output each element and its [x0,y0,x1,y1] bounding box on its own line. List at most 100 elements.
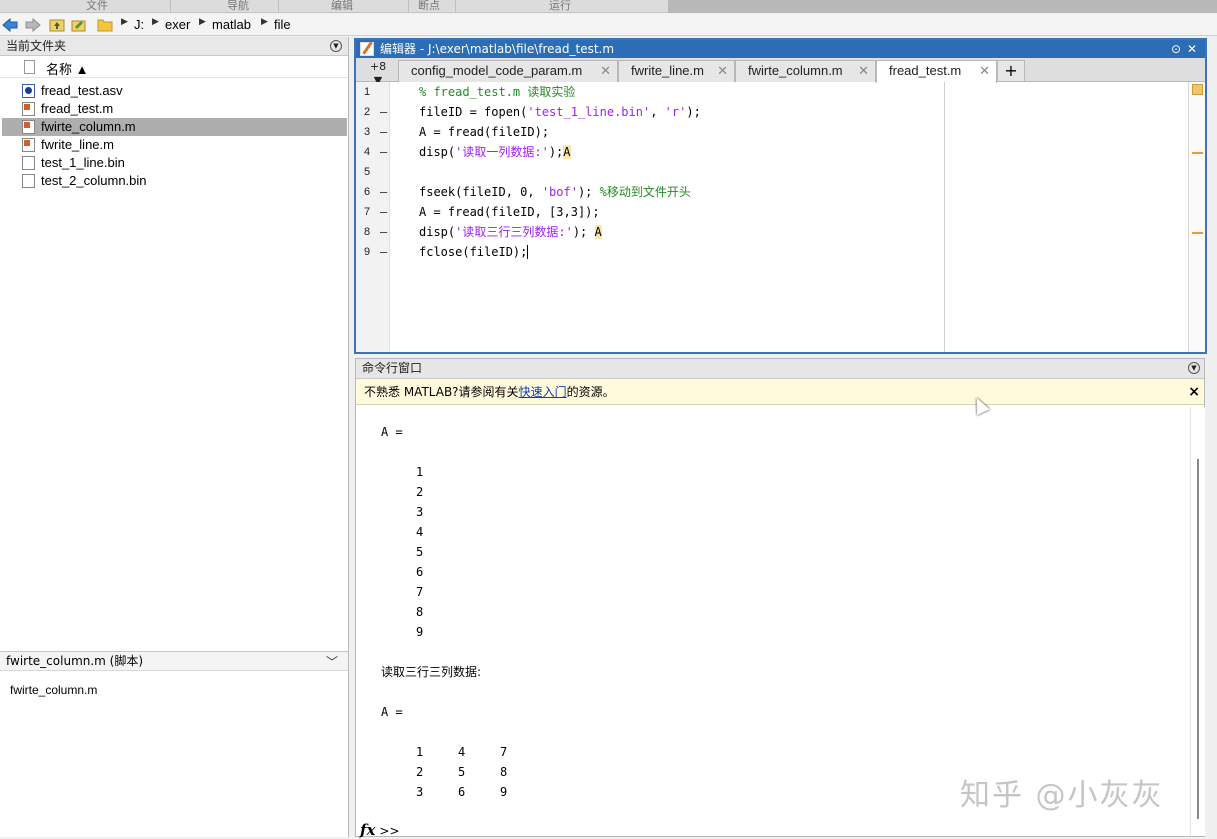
bin-file-icon [22,174,35,188]
editor-menu-icon[interactable]: ⊙ [1171,40,1181,58]
forward-icon[interactable] [25,17,41,33]
line-number[interactable]: 8 [364,222,376,242]
function-browser-icon[interactable]: fx [360,821,375,839]
ribbon-section-run[interactable]: 运行 [549,0,571,13]
line-number[interactable]: 4 [364,142,376,162]
code-text[interactable]: fseek(fileID, 0, 'bof'); %移动到文件开头 [419,182,691,202]
code-area[interactable]: 1% fread_test.m 读取实验 2– fileID = fopen('te… [356,82,1205,352]
close-notice-icon[interactable]: × [1188,379,1200,405]
breakpoint-dash[interactable]: – [380,222,387,242]
ribbon-section-file[interactable]: 文件 [86,0,108,13]
file-row-fread-test-asv[interactable]: fread_test.asv [2,82,347,100]
file-row-fwirte-column-m[interactable]: fwirte_column.m [2,118,347,136]
file-row-fread-test-m[interactable]: fread_test.m [2,100,347,118]
more-tabs-button[interactable]: +8 ▼ [362,60,394,87]
scroll-thumb[interactable] [1197,459,1199,819]
tab-fread-test[interactable]: fread_test.m ✕ [876,60,997,83]
code-line[interactable]: 6– fseek(fileID, 0, 'bof'); %移动到文件开头 [356,182,944,202]
code-line[interactable]: 1 % fread_test.m 读取实验 [356,82,944,102]
code-text[interactable]: disp('读取一列数据:');A [419,142,571,162]
ribbon-divider [408,0,409,12]
command-prompt[interactable]: fx >> [360,821,400,839]
m-file-icon [22,138,35,152]
up-folder-icon[interactable] [49,17,65,33]
line-number[interactable]: 2 [364,102,376,122]
code-line[interactable]: 2– fileID = fopen('test_1_line.bin', 'r')… [356,102,944,122]
warning-mark[interactable] [1192,232,1203,234]
panel-menu-icon[interactable]: ▼ [330,40,342,52]
editor-icon [360,42,374,56]
code-text[interactable]: A = fread(fileID); [419,122,549,142]
line-number[interactable]: 5 [364,162,376,182]
close-tab-icon[interactable]: ✕ [600,61,611,81]
close-tab-icon[interactable]: ✕ [717,61,728,81]
add-tab-button[interactable]: + [997,60,1025,82]
path-segment-file[interactable]: file [274,17,291,32]
code-text[interactable]: A = fread(fileID, [3,3]); [419,202,600,222]
path-segment-exer[interactable]: exer [165,17,190,32]
command-window-title-bar: 命令行窗口 ▼ [356,359,1204,379]
file-row-test-2-column-bin[interactable]: test_2_column.bin [2,172,347,190]
path-segment-matlab[interactable]: matlab [212,17,251,32]
breakpoint-dash[interactable]: – [380,142,387,162]
current-folder-panel: 当前文件夹 ▼ 名称 ▲ fread_test.asv fread_test.m… [0,37,349,837]
ribbon-section-edit[interactable]: 编辑 [331,0,353,13]
code-line[interactable]: 9– fclose(fileID); [356,242,944,262]
close-tab-icon[interactable]: ✕ [979,61,990,81]
code-text[interactable]: disp('读取三行三列数据:'); A [419,222,602,242]
file-row-fwrite-line-m[interactable]: fwrite_line.m [2,136,347,154]
ribbon-section-breakpoints[interactable]: 断点 [418,0,440,13]
code-token: A [594,225,602,239]
code-text[interactable]: fileID = fopen('test_1_line.bin', 'r'); [419,102,701,122]
line-number[interactable]: 1 [364,82,376,102]
code-line[interactable]: 5 [356,162,944,182]
editor-scrollbar[interactable] [1188,82,1205,352]
browse-folder-icon[interactable] [71,17,87,33]
getting-started-link[interactable]: 快速入门 [519,385,567,399]
output-matrix-cell: 1 [416,745,424,759]
chevron-down-icon[interactable]: ﹀ [326,653,338,672]
line-number[interactable]: 3 [364,122,376,142]
breakpoint-dash[interactable]: – [380,202,387,222]
code-line[interactable]: 3– A = fread(fileID); [356,122,944,142]
code-token: A = fread(fileID); [419,125,550,139]
editor-tab-bar: +8 ▼ config_model_code_param.m ✕ fwrite_li… [356,58,1205,87]
warning-mark[interactable] [1192,152,1203,154]
path-segment-drive[interactable]: J: [134,17,144,32]
code-line[interactable]: 8– disp('读取三行三列数据:'); A [356,222,944,242]
tab-fwirte-column[interactable]: fwirte_column.m ✕ [735,60,876,82]
tab-label: fread_test.m [889,63,962,78]
more-tabs-count: +8 [369,60,387,73]
panel-menu-icon[interactable]: ▼ [1188,362,1200,374]
line-number[interactable]: 7 [364,202,376,222]
text-cursor [527,245,529,259]
code-token: fileID = fopen( [419,105,528,119]
back-icon[interactable] [2,17,18,33]
file-row-test-1-line-bin[interactable]: test_1_line.bin [2,154,347,172]
tab-fwrite-line[interactable]: fwrite_line.m ✕ [618,60,735,82]
code-text[interactable]: fclose(fileID); [419,242,529,262]
file-name: fread_test.asv [41,83,123,98]
file-name: fread_test.m [41,101,114,116]
code-token: A = fread(fileID, [3,3]); [419,205,600,219]
line-number[interactable]: 9 [364,242,376,262]
close-tab-icon[interactable]: ✕ [858,61,869,81]
name-column-header[interactable]: 名称 ▲ [0,56,348,78]
details-panel-header[interactable]: fwirte_column.m (脚本) ﹀ [0,651,348,671]
tab-config-model-code-param[interactable]: config_model_code_param.m ✕ [398,60,618,82]
breakpoint-dash[interactable]: – [380,182,387,202]
code-text[interactable]: % fread_test.m 读取实验 [419,82,575,102]
command-scrollbar[interactable] [1190,407,1205,836]
ribbon-section-navigate[interactable]: 导航 [227,0,249,13]
breakpoint-dash[interactable]: – [380,102,387,122]
breakpoint-dash[interactable]: – [380,242,387,262]
breakpoint-dash[interactable]: – [380,122,387,142]
code-line[interactable]: 4– disp('读取一列数据:');A [356,142,944,162]
command-window-title: 命令行窗口 [362,361,423,375]
output-heading: 读取三行三列数据: [381,665,482,679]
line-number[interactable]: 6 [364,182,376,202]
close-icon[interactable]: ✕ [1187,40,1197,58]
code-line[interactable]: 7– A = fread(fileID, [3,3]); [356,202,944,222]
output-value: 3 [416,505,424,519]
warning-indicator-icon[interactable] [1192,84,1203,95]
